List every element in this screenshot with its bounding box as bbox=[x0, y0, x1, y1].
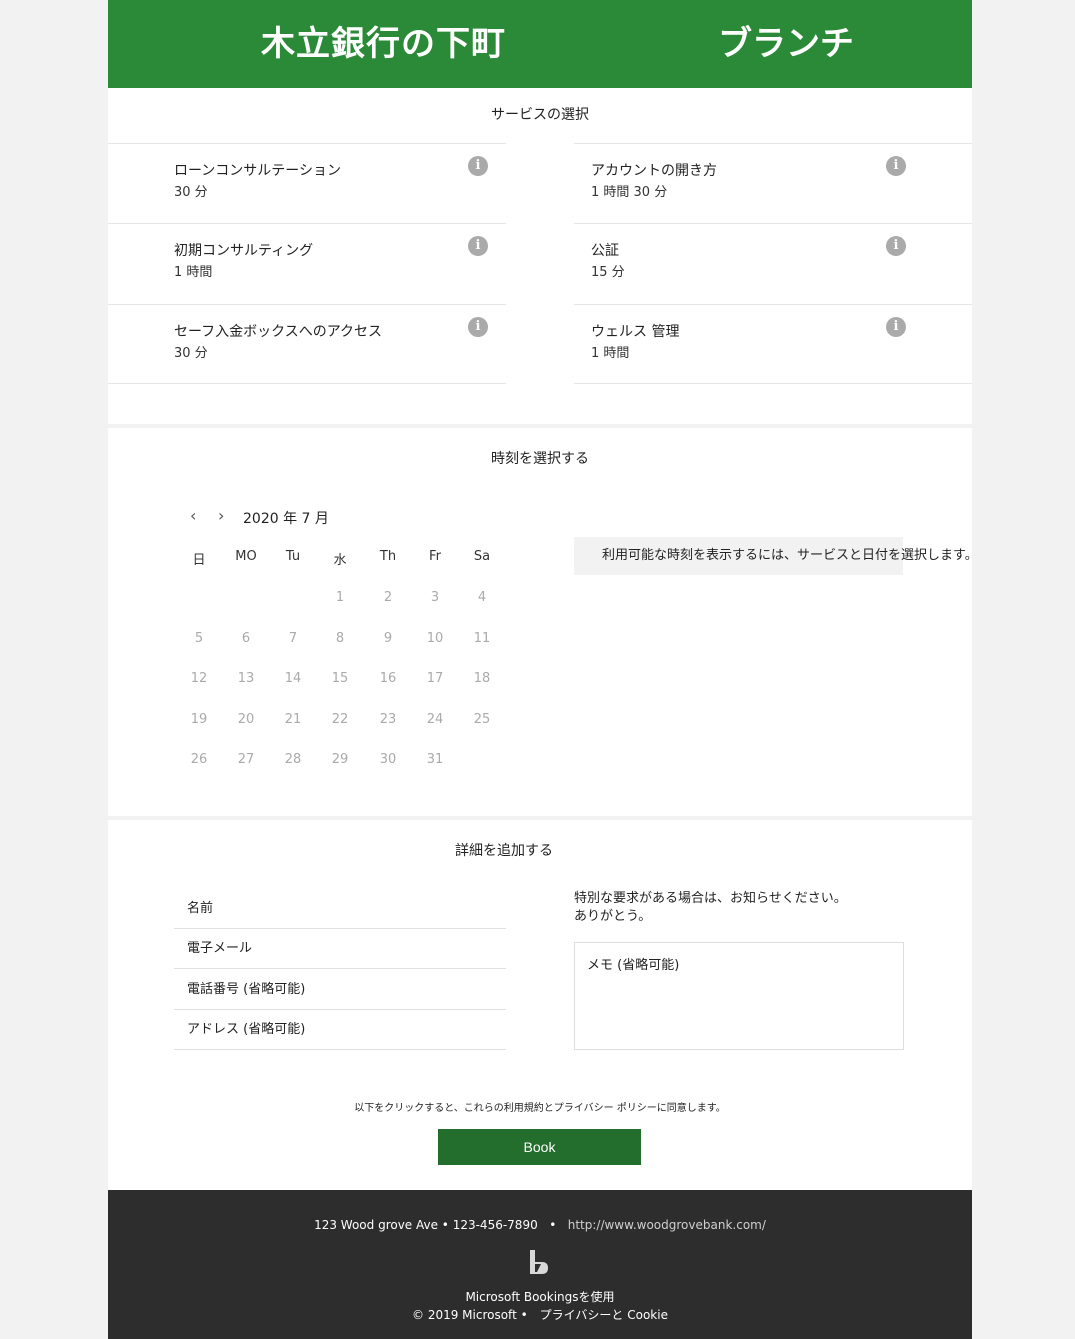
service-name: ウェルス 管理 bbox=[591, 324, 680, 340]
website-link[interactable]: http://www.woodgrovebank.com/ bbox=[568, 1218, 766, 1232]
book-button[interactable]: Book bbox=[438, 1129, 641, 1165]
calendar-day[interactable]: 2 bbox=[373, 590, 403, 605]
calendar-day[interactable]: 30 bbox=[373, 752, 403, 767]
service-item[interactable]: ウェルス 管理 1 時間 i bbox=[574, 304, 972, 384]
calendar-day[interactable]: 1 bbox=[325, 590, 355, 605]
footer-contact: 123 Wood grove Ave • 123-456-7890 • http… bbox=[108, 1218, 972, 1232]
time-title: 時刻を選択する bbox=[491, 451, 589, 467]
service-item[interactable]: セーフ入金ボックスへのアクセス 30 分 i bbox=[108, 304, 506, 384]
info-icon[interactable]: i bbox=[886, 317, 906, 337]
services-title: サービスの選択 bbox=[491, 107, 589, 123]
calendar-day[interactable]: 6 bbox=[231, 631, 261, 646]
time-slot-message: 利用可能な時刻を表示するには、サービスと日付を選択します。 bbox=[574, 537, 978, 575]
prev-month-button[interactable]: ‹ bbox=[190, 506, 196, 525]
calendar-day[interactable]: 26 bbox=[184, 752, 214, 767]
next-month-button[interactable]: › bbox=[218, 506, 224, 525]
calendar-day[interactable]: 19 bbox=[184, 712, 214, 727]
footer-address: 123 Wood grove Ave • 123-456-7890 bbox=[314, 1218, 538, 1232]
calendar-day[interactable]: 31 bbox=[420, 752, 450, 767]
info-icon[interactable]: i bbox=[886, 236, 906, 256]
info-icon[interactable]: i bbox=[468, 317, 488, 337]
calendar-day[interactable]: 15 bbox=[325, 671, 355, 686]
month-label: 2020 年 7 月 bbox=[243, 511, 329, 527]
page-footer: 123 Wood grove Ave • 123-456-7890 • http… bbox=[108, 1190, 972, 1339]
service-name: セーフ入金ボックスへのアクセス bbox=[174, 324, 383, 340]
bookings-logo-icon bbox=[530, 1250, 548, 1274]
service-item[interactable]: 公証 15 分 i bbox=[574, 223, 972, 303]
powered-by: Microsoft Bookingsを使用 bbox=[465, 1290, 615, 1304]
service-item[interactable]: ローンコンサルテーション 30 分 i bbox=[108, 143, 506, 223]
branch-label: ブランチ bbox=[718, 24, 854, 64]
weekday-label: 水 bbox=[333, 553, 347, 568]
calendar-day[interactable]: 12 bbox=[184, 671, 214, 686]
address-field[interactable]: アドレス (省略可能) bbox=[174, 1010, 506, 1050]
calendar-day[interactable]: 16 bbox=[373, 671, 403, 686]
calendar-day[interactable]: 8 bbox=[325, 631, 355, 646]
calendar-day[interactable]: 7 bbox=[278, 631, 308, 646]
hint-line: 特別な要求がある場合は、お知らせください。 bbox=[574, 891, 847, 906]
service-item[interactable]: アカウントの開き方 1 時間 30 分 i bbox=[574, 143, 972, 223]
service-duration: 1 時間 30 分 bbox=[591, 185, 668, 200]
section-divider bbox=[108, 424, 972, 428]
weekday-label: Fr bbox=[429, 549, 441, 564]
weekday-label: MO bbox=[235, 549, 257, 564]
service-duration: 15 分 bbox=[591, 265, 625, 280]
phone-field[interactable]: 電話番号 (省略可能) bbox=[174, 970, 506, 1010]
calendar-day[interactable]: 25 bbox=[467, 712, 497, 727]
calendar-day[interactable]: 22 bbox=[325, 712, 355, 727]
name-field[interactable]: 名前 bbox=[174, 889, 506, 929]
service-duration: 30 分 bbox=[174, 185, 208, 200]
service-item[interactable]: 初期コンサルティング 1 時間 i bbox=[108, 223, 506, 303]
details-title: 詳細を追加する bbox=[455, 843, 553, 859]
email-field[interactable]: 電子メール bbox=[174, 929, 506, 969]
calendar-day[interactable]: 23 bbox=[373, 712, 403, 727]
weekday-label: 日 bbox=[192, 553, 206, 568]
calendar-day[interactable]: 20 bbox=[231, 712, 261, 727]
calendar-day[interactable]: 4 bbox=[467, 590, 497, 605]
info-icon[interactable]: i bbox=[886, 156, 906, 176]
weekday-label: Sa bbox=[473, 549, 491, 564]
bank-name: 木立銀行の下町 bbox=[261, 24, 506, 64]
hint-line: ありがとう。 bbox=[574, 909, 652, 924]
terms-text: 以下をクリックすると、これらの利用規約とプライバシー ポリシーに同意します。 bbox=[354, 1103, 726, 1114]
info-icon[interactable]: i bbox=[468, 156, 488, 176]
service-duration: 1 時間 bbox=[174, 265, 213, 280]
service-duration: 1 時間 bbox=[591, 346, 630, 361]
calendar-day[interactable]: 27 bbox=[231, 752, 261, 767]
calendar-day[interactable]: 17 bbox=[420, 671, 450, 686]
service-name: アカウントの開き方 bbox=[591, 163, 717, 179]
weekday-label: Th bbox=[379, 549, 397, 564]
page-header: 木立銀行の下町 ブランチ bbox=[108, 0, 972, 88]
calendar-day[interactable]: 24 bbox=[420, 712, 450, 727]
calendar-day[interactable]: 5 bbox=[184, 631, 214, 646]
calendar-day[interactable]: 29 bbox=[325, 752, 355, 767]
calendar-day[interactable]: 3 bbox=[420, 590, 450, 605]
service-name: ローンコンサルテーション bbox=[174, 163, 342, 179]
weekday-label: Tu bbox=[285, 549, 301, 564]
service-duration: 30 分 bbox=[174, 346, 208, 361]
calendar-day[interactable]: 11 bbox=[467, 631, 497, 646]
calendar-day[interactable]: 9 bbox=[373, 631, 403, 646]
calendar-day[interactable]: 14 bbox=[278, 671, 308, 686]
notes-textarea[interactable]: メモ (省略可能) bbox=[574, 942, 904, 1050]
section-divider bbox=[108, 816, 972, 820]
service-name: 初期コンサルティング bbox=[174, 243, 314, 259]
calendar-day[interactable]: 10 bbox=[420, 631, 450, 646]
calendar-day[interactable]: 28 bbox=[278, 752, 308, 767]
calendar-day[interactable]: 18 bbox=[467, 671, 497, 686]
info-icon[interactable]: i bbox=[468, 236, 488, 256]
booking-page: 木立銀行の下町 ブランチ サービスの選択 ローンコンサルテーション 30 分 i… bbox=[108, 0, 978, 1339]
calendar-day[interactable]: 21 bbox=[278, 712, 308, 727]
calendar-day[interactable]: 13 bbox=[231, 671, 261, 686]
service-name: 公証 bbox=[591, 243, 619, 259]
copyright-links[interactable]: © 2019 Microsoft • プライバシーと Cookie bbox=[108, 1306, 972, 1323]
special-request-hint: 特別な要求がある場合は、お知らせください。 ありがとう。 bbox=[574, 890, 854, 926]
